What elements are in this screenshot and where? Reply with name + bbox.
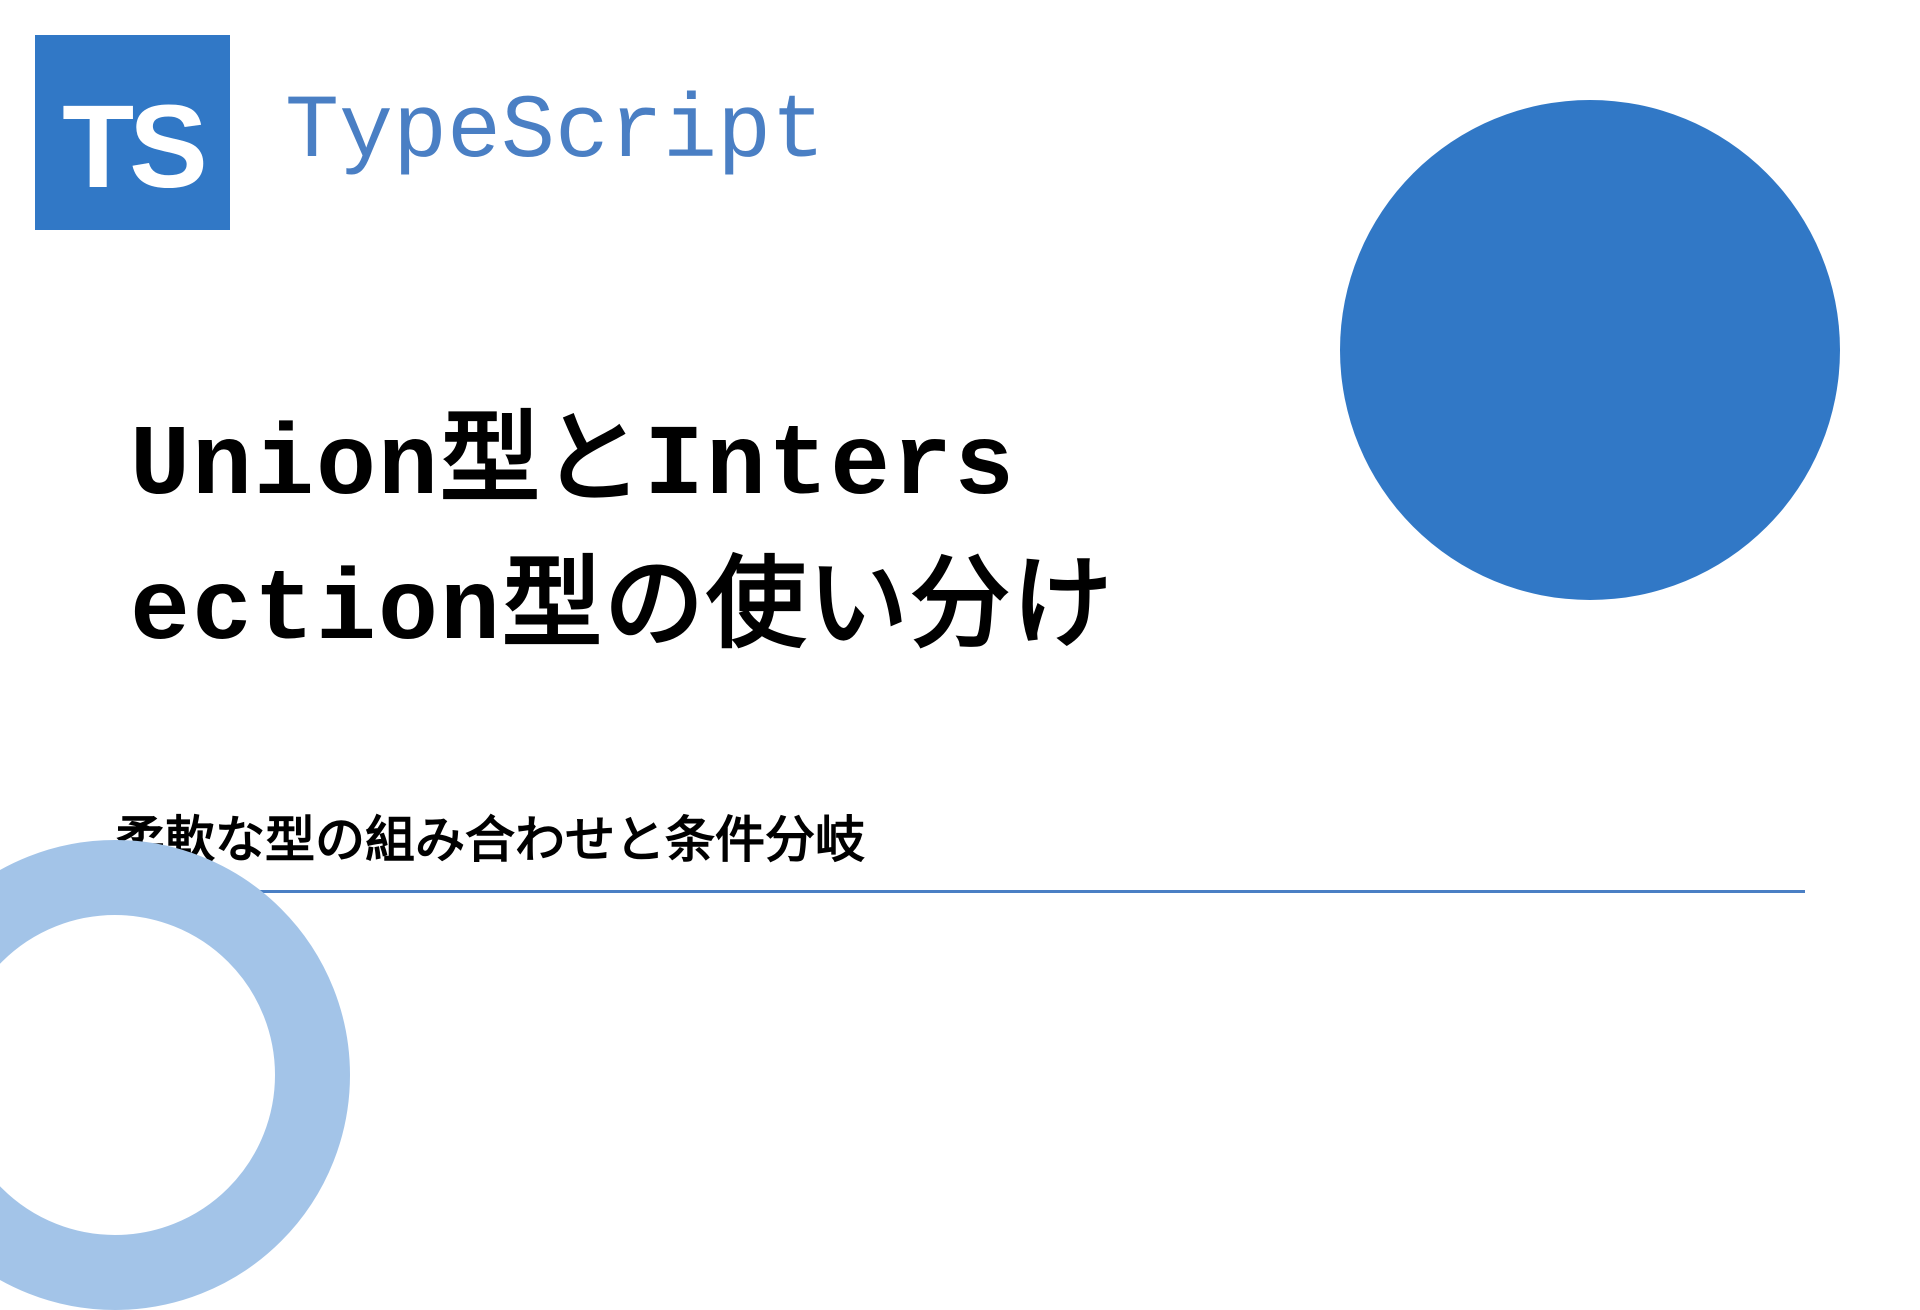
- title-line-2: ection型の使い分け: [130, 540, 1114, 685]
- ts-logo-icon: TS: [35, 35, 230, 230]
- title-line-1: Union型とInters: [130, 395, 1114, 540]
- decorative-ring-icon: [0, 840, 350, 1310]
- page-title: Union型とInters ection型の使い分け: [130, 395, 1114, 685]
- brand-name: TypeScript: [285, 82, 825, 184]
- divider-line: [115, 890, 1805, 893]
- decorative-circle-icon: [1340, 100, 1840, 600]
- page-subtitle: 柔軟な型の組み合わせと条件分岐: [115, 800, 865, 872]
- ts-logo-text: TS: [62, 79, 203, 215]
- logo-container: TS TypeScript: [35, 35, 825, 230]
